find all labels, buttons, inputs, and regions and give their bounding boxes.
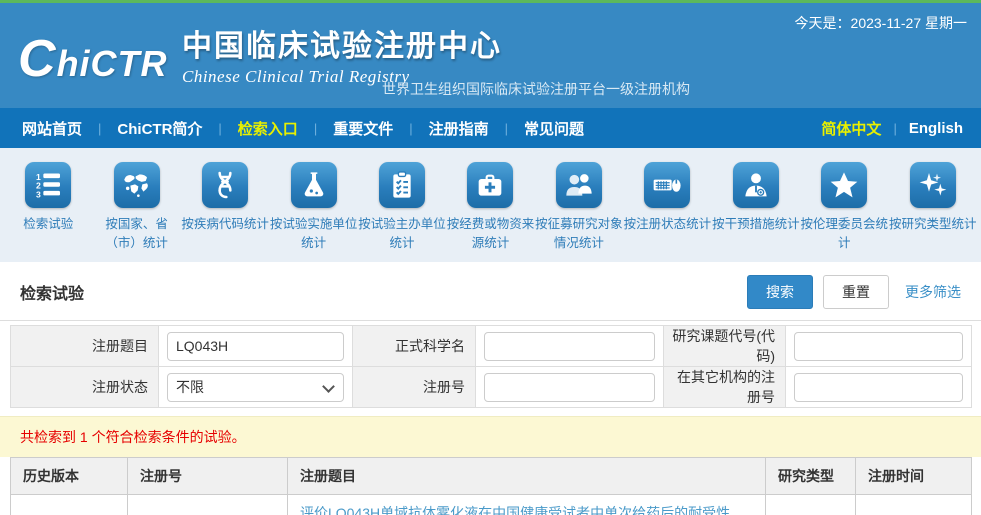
results-header-row: 历史版本 注册号 注册题目 研究类型 注册时间 [11,458,972,495]
nav-menu: 网站首页 | ChiCTR简介 | 检索入口 | 重要文件 | 注册指南 | 常… [18,118,588,139]
scientific-name-input[interactable] [484,332,655,361]
stat-by-country-province[interactable]: 按国家、省（市）统计 [92,162,180,262]
reg-number-label: 注册号 [353,367,476,408]
keyboard-mouse-icon [644,162,690,208]
main-navbar: 网站首页 | ChiCTR简介 | 检索入口 | 重要文件 | 注册指南 | 常… [0,108,981,148]
star-icon [821,162,867,208]
stat-by-recruitment-status[interactable]: 按征募研究对象情况统计 [535,162,623,262]
svg-text:3: 3 [36,189,41,199]
lang-simplified-chinese[interactable]: 简体中文 [821,118,881,139]
site-title-block: 中国临床试验注册中心 Chinese Clinical Trial Regist… [182,21,502,87]
site-title-zh: 中国临床试验注册中心 [182,21,502,65]
stat-by-registration-status[interactable]: 按注册状态统计 [623,162,711,262]
project-code-input[interactable] [794,332,963,361]
flask-icon [291,162,337,208]
quick-stats-strip: 1 2 3 检索试验 按国家、省（市）统计 [0,148,981,262]
stat-by-disease-code[interactable]: 按疾病代码统计 [181,162,269,262]
other-reg-number-label: 在其它机构的注册号 [664,367,786,408]
reg-number-input[interactable] [484,373,655,402]
reg-status-select-wrap: 不限 [167,373,344,402]
page-title: 检索试验 [20,280,84,304]
world-map-icon [114,162,160,208]
reset-button[interactable]: 重置 [823,275,889,309]
people-icon [556,162,602,208]
stat-by-funding-source[interactable]: 按经费或物资来源统计 [446,162,534,262]
search-section-header: 检索试验 搜索 重置 更多筛选 [0,262,981,321]
chictr-logo[interactable]: ChiCTR [18,29,168,89]
reg-date-value: 2023/03/20 [856,495,972,515]
reg-status-select[interactable]: 不限 [167,373,344,402]
numbered-list-icon: 1 2 3 [25,162,71,208]
nav-separator: | [505,121,508,136]
search-actions: 搜索 重置 更多筛选 [747,275,961,309]
col-study-type: 研究类型 [766,458,856,495]
reg-title-label: 注册题目 [11,326,159,367]
nav-item-search-entry[interactable]: 检索入口 [234,118,302,139]
project-code-label: 研究课题代号(代码) [664,326,786,367]
search-button[interactable]: 搜索 [747,275,813,309]
stat-by-ethics-committee[interactable]: 按伦理委员会统计 [800,162,888,262]
col-reg-date: 注册时间 [856,458,972,495]
nav-item-documents[interactable]: 重要文件 [329,118,397,139]
nav-item-home[interactable]: 网站首页 [18,118,86,139]
col-reg-number: 注册号 [128,458,288,495]
sparkles-icon [910,162,956,208]
study-type-value: 干预性研究 [766,495,856,515]
stat-search-trials[interactable]: 1 2 3 检索试验 [4,162,92,262]
lang-english[interactable]: English [909,120,963,137]
more-filters-link[interactable]: 更多筛选 [905,282,961,302]
nav-separator: | [98,121,101,136]
doctor-icon [733,162,779,208]
stat-by-implementing-unit[interactable]: 按试验实施单位统计 [269,162,357,262]
dna-icon [202,162,248,208]
col-history-version: 历史版本 [11,458,128,495]
clipboard-icon [379,162,425,208]
nav-item-guide[interactable]: 注册指南 [425,118,493,139]
nav-separator: | [409,121,412,136]
col-reg-title: 注册题目 [288,458,766,495]
language-switch: 简体中文 | English [821,118,963,139]
results-table: 历史版本 注册号 注册题目 研究类型 注册时间 历史版本 ChiCTR23000… [10,457,972,515]
site-header: ChiCTR 中国临床试验注册中心 Chinese Clinical Trial… [0,3,981,108]
nav-item-about[interactable]: ChiCTR简介 [113,118,206,139]
result-count-message: 共检索到 1 个符合检索条件的试验。 [0,416,981,457]
nav-separator: | [893,121,896,136]
who-platform-subtitle: 世界卫生组织国际临床试验注册平台一级注册机构 [382,79,690,99]
other-reg-number-input[interactable] [794,373,963,402]
stat-by-sponsor-unit[interactable]: 按试验主办单位统计 [358,162,446,262]
reg-status-label: 注册状态 [11,367,159,408]
search-form: 注册题目 正式科学名 研究课题代号(代码) 注册状态 不限 注册号 在其它机构的… [10,325,972,408]
reg-title-input[interactable] [167,332,344,361]
medical-bag-icon [467,162,513,208]
table-row: 历史版本 ChiCTR2300069500 评价LQ043H单域抗体雾化液在中国… [11,495,972,515]
nav-item-faq[interactable]: 常见问题 [520,118,588,139]
nav-separator: | [218,121,221,136]
current-date: 今天是：2023-11-27 星期一 [795,13,967,33]
trial-title-link[interactable]: 评价LQ043H单域抗体雾化液在中国健康受试者中单次给药后的耐受性、安全性、..… [300,503,753,515]
scientific-name-label: 正式科学名 [353,326,476,367]
nav-separator: | [314,121,317,136]
stat-by-intervention[interactable]: 按干预措施统计 [712,162,800,262]
stat-by-study-type[interactable]: 按研究类型统计 [889,162,977,262]
